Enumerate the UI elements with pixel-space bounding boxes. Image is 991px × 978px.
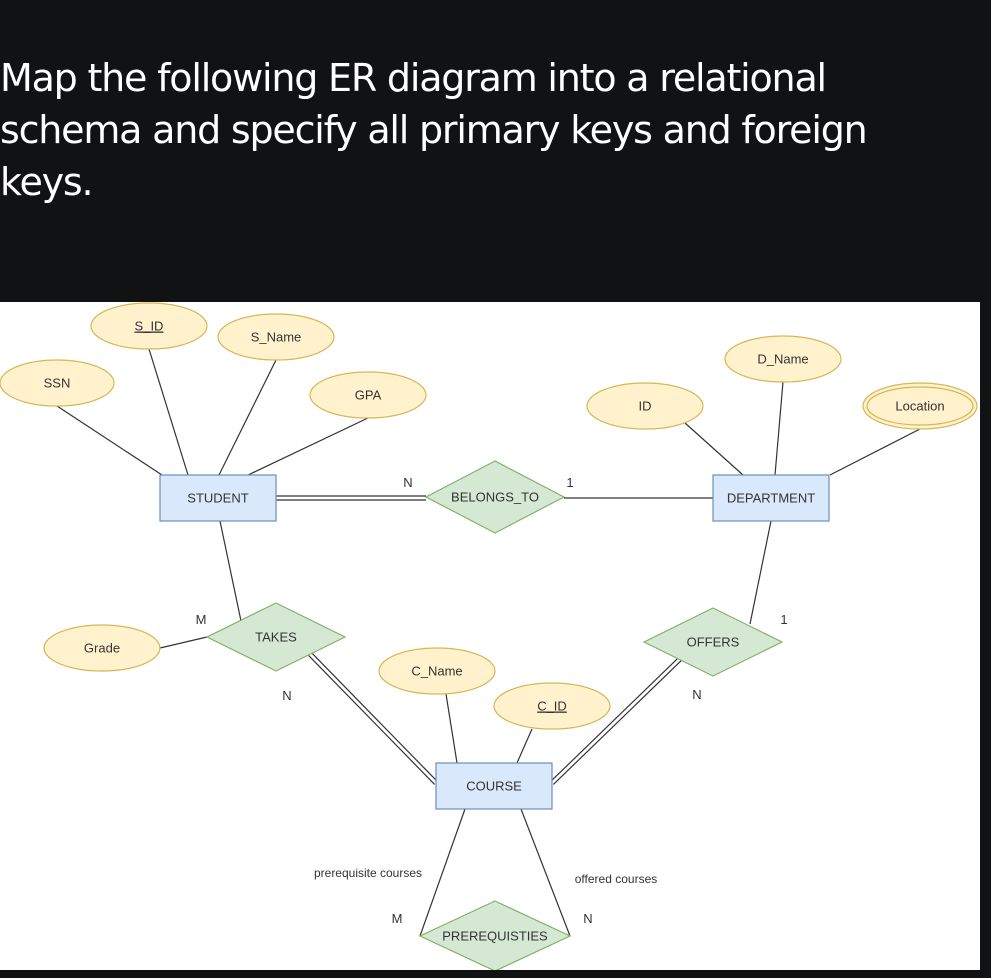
attribute-line-d_id (684, 422, 744, 476)
attribute-label-location: Location (895, 399, 944, 414)
attribute-line-s_id (148, 348, 189, 476)
attribute-label-d_name: D_Name (757, 352, 808, 367)
attribute-label-ssn: SSN (44, 376, 71, 391)
attribute-label-grade: Grade (84, 641, 120, 656)
attribute-line-c_id (516, 728, 533, 764)
entity-label-course: COURSE (466, 779, 522, 794)
attribute-label-c_id: C_ID (537, 699, 567, 714)
card-offers-department: 1 (780, 612, 787, 627)
card-prereq-right: N (583, 911, 592, 926)
er-diagram-canvas: STUDENT DEPARTMENT COURSE BELONGS_TO TAKES OF… (0, 302, 980, 970)
attribute-label-s_id: S_ID (135, 319, 164, 334)
card-offers-course: N (692, 687, 701, 702)
attribute-line-s_name (218, 359, 277, 476)
card-belongs-student: N (403, 475, 412, 490)
diagram-shapes: STUDENT DEPARTMENT COURSE BELONGS_TO TAKES OF… (0, 302, 978, 970)
card-belongs-department: 1 (566, 475, 573, 490)
attribute-line-c_name (445, 693, 458, 764)
question-text: Map the following ER diagram into a rela… (0, 56, 868, 204)
line-department-offers (749, 520, 772, 625)
attribute-label-s_name: S_Name (251, 330, 302, 345)
card-takes-student: M (196, 612, 207, 627)
attribute-label-gpa: GPA (355, 388, 382, 403)
attribute-label-d_id: ID (639, 399, 652, 414)
card-prereq-left: M (392, 911, 403, 926)
card-takes-course: N (282, 688, 291, 703)
attribute-label-c_name: C_Name (411, 664, 462, 679)
entity-label-department: DEPARTMENT (727, 491, 815, 506)
attribute-line-ssn (56, 405, 163, 476)
diagram-labels: N 1 M N 1 N M N prerequisite courses off… (196, 475, 788, 926)
attribute-line-d_name (774, 381, 784, 476)
role-offered-courses: offered courses (575, 872, 658, 886)
relationship-label-belongs_to: BELONGS_TO (451, 490, 539, 505)
relationship-label-takes: TAKES (255, 630, 297, 645)
er-diagram: STUDENT DEPARTMENT COURSE BELONGS_TO TAKES OF… (0, 302, 978, 970)
connector-lines (56, 348, 921, 937)
attribute-line-grade (159, 636, 208, 649)
attribute-line-location (829, 428, 921, 476)
line-course-prereq-left (419, 808, 466, 937)
line-student-takes (219, 520, 242, 622)
role-prerequisite-courses: prerequisite courses (314, 866, 422, 880)
entity-label-student: STUDENT (187, 491, 248, 506)
relationship-label-prerequisties: PREREQUISTIES (442, 929, 548, 944)
relationship-label-offers: OFFERS (687, 635, 740, 650)
attribute-line-gpa (247, 417, 369, 476)
